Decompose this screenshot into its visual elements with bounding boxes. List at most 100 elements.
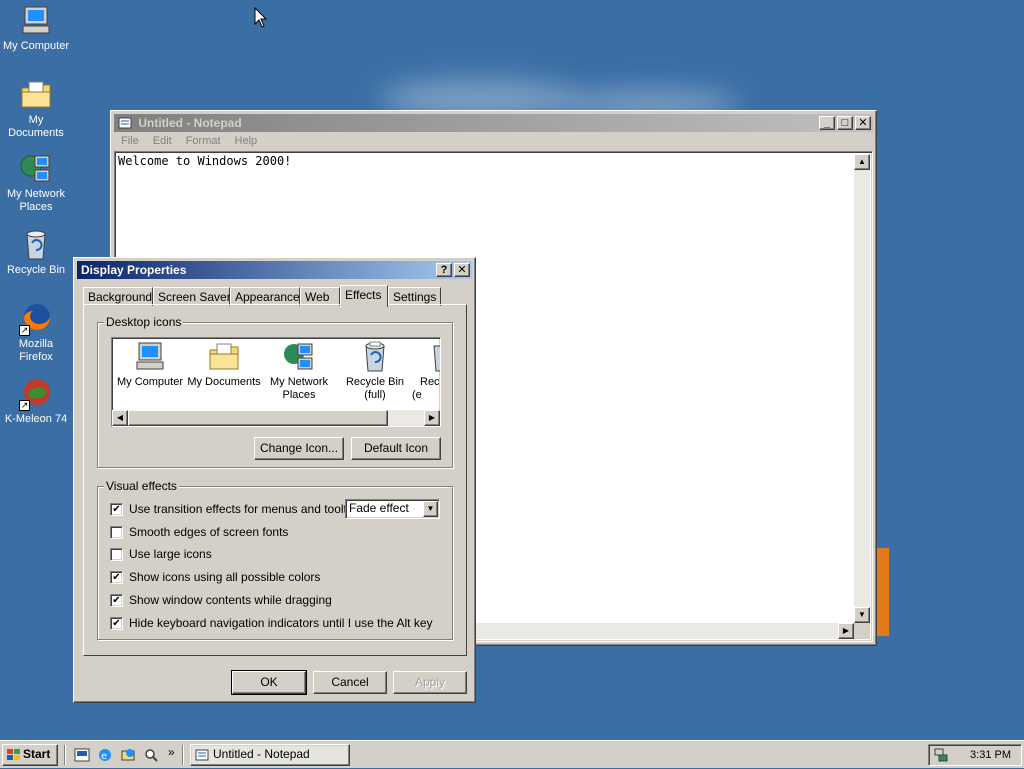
firefox-icon: ↗ (19, 302, 53, 336)
desktop-icon-label: My Documents (8, 114, 64, 139)
desktop-icon-recycle-bin[interactable]: Recycle Bin (0, 228, 72, 277)
group-title-desktop-icons: Desktop icons (104, 315, 184, 329)
network-icon (19, 152, 53, 186)
notepad-icon (195, 748, 209, 761)
desktop-icon-my-network-places[interactable]: My Network Places (0, 152, 72, 214)
checkbox-row-transition-effects[interactable]: ✔ Use transition effects for menus and t… (110, 501, 362, 517)
vertical-scrollbar[interactable]: ▲ ▼ (854, 154, 870, 623)
tab-effects[interactable]: Effects (340, 285, 388, 307)
select-value: Fade effect (349, 501, 409, 515)
outlook-express-icon[interactable] (120, 747, 136, 763)
checkbox-smooth-edges[interactable] (110, 525, 123, 539)
list-icon-my-network-places[interactable]: My Network Places (262, 340, 336, 402)
desktop-icons-list[interactable]: My Computer My Documents My Network Plac… (111, 337, 441, 427)
system-tray: 3:31 PM (928, 744, 1022, 766)
background-window-edge (877, 548, 889, 636)
folder-icon (207, 340, 241, 374)
desktop-icon-mozilla-firefox[interactable]: ↗ Mozilla Firefox (0, 302, 72, 364)
display-properties-dialog[interactable]: Display Properties ? ✕ Background Screen… (73, 257, 476, 703)
visual-effects-group: Visual effects ✔ Use transition effects … (97, 479, 453, 640)
checkbox-hide-keyboard-indicators[interactable]: ✔ (110, 616, 123, 630)
svg-text:e: e (101, 751, 107, 762)
dialog-title: Display Properties (81, 263, 187, 277)
checkbox-window-contents[interactable]: ✔ (110, 593, 123, 607)
effects-panel: Desktop icons My Computer My Documents M… (83, 304, 467, 656)
recycle-bin-full-icon (358, 340, 392, 374)
desktop-icon-label: K-Meleon 74 (4, 413, 68, 425)
ok-button[interactable]: OK (231, 670, 307, 695)
checkbox-row-hide-keyboard-indicators[interactable]: ✔ Hide keyboard navigation indicators un… (110, 615, 433, 631)
taskbar-button-label: Untitled - Notepad (213, 747, 310, 761)
desktop-icon-k-meleon[interactable]: ↗ K-Meleon 74 (0, 377, 72, 426)
notepad-title: Untitled - Notepad (138, 116, 242, 130)
menu-format[interactable]: Format (179, 133, 228, 151)
menu-edit[interactable]: Edit (146, 133, 179, 151)
checkbox-row-window-contents[interactable]: ✔ Show window contents while dragging (110, 592, 332, 608)
menu-help[interactable]: Help (228, 133, 265, 151)
desktop-icon-my-documents[interactable]: My Documents (0, 78, 72, 140)
checkbox-row-all-colors[interactable]: ✔ Show icons using all possible colors (110, 569, 320, 585)
search-icon[interactable] (143, 747, 159, 763)
list-icon-label: Recycle Bin (full) (345, 376, 405, 401)
clock[interactable]: 3:31 PM (970, 746, 1011, 764)
checkbox-label: Show icons using all possible colors (129, 570, 321, 584)
checkbox-transition-effects[interactable]: ✔ (110, 502, 123, 516)
list-icon-my-documents[interactable]: My Documents (186, 340, 262, 389)
list-icon-my-computer[interactable]: My Computer (112, 340, 188, 389)
recycle-bin-icon (19, 228, 53, 262)
scroll-left-button[interactable]: ◀ (112, 410, 128, 426)
checkbox-row-smooth-edges[interactable]: Smooth edges of screen fonts (110, 524, 288, 540)
start-button[interactable]: Start (2, 744, 58, 766)
maximize-button[interactable]: □ (837, 116, 853, 130)
scroll-up-button[interactable]: ▲ (854, 154, 870, 170)
close-button[interactable]: ✕ (454, 263, 470, 277)
resize-grip[interactable] (854, 623, 870, 639)
help-button[interactable]: ? (436, 263, 452, 277)
computer-icon (133, 340, 167, 374)
quicklaunch-more-button[interactable]: » (168, 745, 175, 759)
list-icon-recycle-bin-empty[interactable]: Rec (e (412, 340, 440, 402)
close-button[interactable]: ✕ (855, 116, 871, 130)
checkbox-row-large-icons[interactable]: Use large icons (110, 546, 212, 562)
internet-explorer-icon[interactable]: e (97, 747, 113, 763)
list-icon-recycle-bin-full[interactable]: Recycle Bin (full) (338, 340, 412, 402)
desktop-icon-label: My Computer (2, 40, 70, 52)
folder-icon (19, 78, 53, 112)
checkbox-label: Use transition effects for menus and too… (129, 502, 363, 516)
scroll-down-button[interactable]: ▼ (854, 607, 870, 623)
scroll-right-button[interactable]: ▶ (424, 410, 440, 426)
apply-button[interactable]: Apply (393, 671, 467, 694)
network-tray-icon[interactable] (933, 747, 949, 763)
checkbox-all-colors[interactable]: ✔ (110, 570, 123, 584)
list-icon-label: Rec (e (412, 376, 440, 401)
minimize-button[interactable]: _ (819, 116, 835, 130)
chevron-down-icon[interactable]: ▼ (423, 501, 438, 517)
show-desktop-icon[interactable] (74, 747, 90, 763)
notepad-icon (118, 116, 132, 129)
checkbox-label: Smooth edges of screen fonts (129, 525, 289, 539)
taskbar: Start e » Untitled - Notepad 3:31 PM (0, 740, 1024, 768)
notepad-menubar: File Edit Format Help (114, 133, 873, 151)
menu-file[interactable]: File (114, 133, 146, 151)
scroll-thumb[interactable] (128, 410, 388, 426)
checkbox-label: Hide keyboard navigation indicators unti… (129, 616, 433, 630)
list-icon-label: My Documents (187, 376, 261, 388)
cancel-button[interactable]: Cancel (313, 671, 387, 694)
checkbox-large-icons[interactable] (110, 547, 123, 561)
taskbar-divider (64, 745, 66, 765)
transition-effect-select[interactable]: Fade effect ▼ (345, 499, 440, 519)
change-icon-button[interactable]: Change Icon... (254, 437, 344, 460)
desktop-icons-group: Desktop icons My Computer My Documents M… (97, 315, 453, 468)
notepad-titlebar[interactable]: Untitled - Notepad _ □ ✕ (114, 114, 873, 132)
desktop-icon-my-computer[interactable]: My Computer (0, 4, 72, 53)
kmeleon-icon: ↗ (19, 377, 53, 411)
shortcut-arrow-icon: ↗ (19, 325, 30, 336)
taskbar-button-notepad[interactable]: Untitled - Notepad (190, 744, 350, 766)
dialog-titlebar[interactable]: Display Properties ? ✕ (77, 261, 472, 279)
scroll-right-button[interactable]: ▶ (838, 623, 854, 639)
list-icon-label: My Computer (116, 376, 184, 388)
network-icon (282, 340, 316, 374)
icon-list-hscrollbar[interactable]: ◀ ▶ (112, 410, 440, 426)
default-icon-button[interactable]: Default Icon (351, 437, 441, 460)
group-title-visual-effects: Visual effects (104, 479, 179, 493)
